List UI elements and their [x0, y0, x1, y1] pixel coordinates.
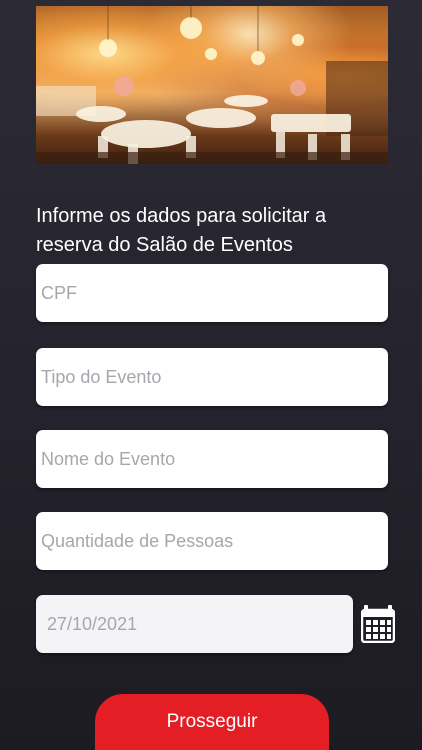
people-count-field[interactable] — [36, 512, 388, 570]
event-hall-illustration — [36, 6, 388, 164]
form-instructions: Informe os dados para solicitar a reserv… — [36, 205, 327, 256]
event-name-field[interactable] — [36, 430, 388, 488]
cpf-input[interactable] — [36, 264, 388, 322]
cpf-field[interactable] — [36, 264, 388, 322]
event-date-field[interactable]: 27/10/2021 — [36, 595, 353, 653]
event-date-value: 27/10/2021 — [47, 613, 138, 634]
event-type-field[interactable] — [36, 348, 388, 406]
event-type-input[interactable] — [36, 348, 388, 406]
submit-button[interactable]: Prosseguir — [95, 694, 329, 750]
calendar-icon[interactable] — [360, 605, 396, 644]
people-count-input[interactable] — [36, 512, 388, 570]
event-hall-photo — [36, 6, 388, 164]
event-name-input[interactable] — [36, 430, 388, 488]
